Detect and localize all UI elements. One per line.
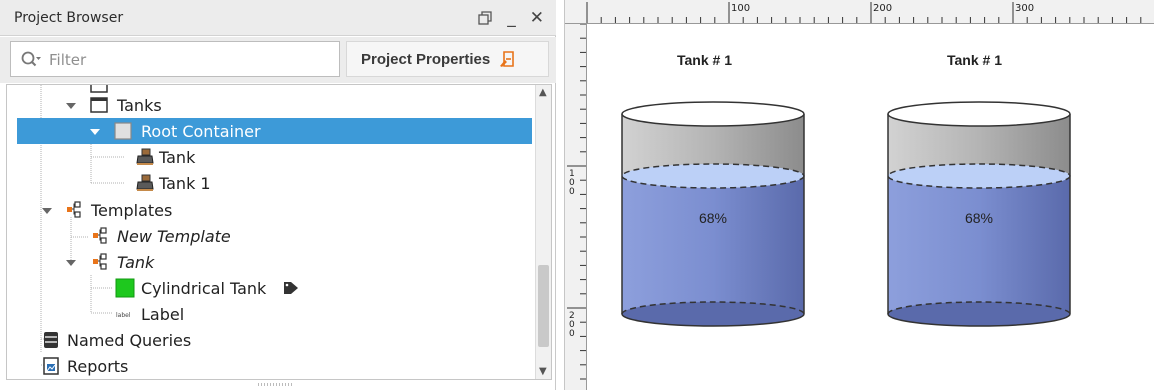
close-button[interactable]: ✕ [530, 6, 544, 30]
tank-liquid [888, 176, 1070, 314]
liquid-surface [621, 163, 805, 189]
tree-item-root-container[interactable]: Root Container [17, 118, 532, 144]
project-browser-panel: Project Browser _ ✕ Project Pr [0, 0, 556, 390]
tree-item-label: Tanks [117, 95, 162, 115]
ruler-label: 0 [569, 329, 575, 339]
design-surface[interactable]: Tank # 1 68% Tank # 1 68% [587, 24, 1154, 390]
ruler-vertical: 100200 [565, 24, 587, 390]
tree-scrollbar[interactable]: ▲ ▼ [535, 85, 551, 379]
named-queries-icon [44, 332, 58, 348]
tank-top [621, 101, 805, 127]
tree-item-label: Cylindrical Tank [141, 278, 267, 298]
filter-field[interactable] [10, 41, 340, 77]
tree-item-reports[interactable]: Reports [7, 353, 527, 379]
ruler-label: 100 [731, 3, 750, 14]
project-properties-label: Project Properties [361, 50, 491, 68]
scroll-down-icon[interactable]: ▼ [539, 366, 547, 377]
window-controls: _ ✕ [477, 6, 544, 30]
tree-item-templates[interactable]: Templates [7, 197, 527, 223]
ruler-horizontal-ticks: 100200300400 [586, 2, 1142, 23]
liquid-surface [887, 163, 1071, 189]
tree-item-tank-1-component[interactable]: Tank 1 [7, 170, 527, 196]
panel-title-bar: Project Browser _ ✕ [0, 0, 556, 36]
tank-component-icon [136, 148, 154, 165]
tree-item-label: Templates [91, 200, 173, 220]
window-icon [90, 97, 108, 113]
tree-item-label: Tank [117, 252, 155, 272]
tree-item-label: Tank 1 [159, 173, 211, 193]
tank-component-icon [136, 174, 154, 191]
project-tree: Tanks Root Container Tank Tank 1 Templat… [6, 84, 552, 380]
tree-item-tanks[interactable]: Tanks [7, 92, 527, 118]
tree-item-tank-template[interactable]: Tank [7, 249, 527, 275]
ruler-label: 300 [1015, 3, 1034, 14]
tree-item-label: Tank [159, 147, 196, 167]
tank-level-label: 68% [964, 210, 994, 226]
template-icon [93, 253, 107, 270]
ruler-horizontal: 100200300400 [565, 0, 1154, 24]
tree-item-tank-component[interactable]: Tank [7, 144, 527, 170]
label-icon: label [116, 312, 131, 319]
tree-item-label: Label [141, 304, 185, 324]
float-window-icon[interactable] [477, 10, 493, 26]
expand-arrow-icon[interactable] [65, 257, 77, 269]
tree-item-new-template[interactable]: New Template [7, 223, 527, 249]
tree-item-label: Named Queries [67, 330, 192, 350]
ruler-label: 0 [569, 187, 575, 197]
cylindrical-tank-icon [115, 278, 135, 298]
tree-item-cylindrical-tank[interactable]: Cylindrical Tank [7, 275, 527, 301]
reports-icon [43, 357, 59, 375]
tree-item-label: Root Container [141, 121, 261, 141]
svg-text:label: label [116, 312, 131, 319]
template-icon [93, 227, 107, 244]
tree-item-named-queries[interactable]: Named Queries [7, 327, 527, 353]
expand-arrow-icon[interactable] [41, 205, 53, 217]
container-icon [114, 122, 132, 140]
designer-canvas: 100200300400 100200 Tank # 1 [564, 0, 1154, 390]
tank-level-label: 68% [698, 210, 728, 226]
filter-input[interactable] [49, 48, 329, 72]
ruler-vertical-ticks: 100200 [567, 24, 586, 380]
panel-title: Project Browser [14, 10, 124, 26]
designer-window: Project Browser _ ✕ Project Pr [0, 0, 1154, 390]
minimize-button[interactable]: _ [507, 6, 516, 30]
project-properties-icon [500, 51, 515, 67]
tank-title: Tank # 1 [677, 52, 732, 68]
scroll-up-icon[interactable]: ▲ [539, 87, 547, 98]
search-icon[interactable] [20, 50, 42, 70]
expand-arrow-icon[interactable] [89, 126, 101, 138]
filter-toolbar: Project Properties [0, 37, 556, 83]
resize-grip-icon[interactable] [258, 381, 294, 387]
tree-item-label: Reports [67, 356, 129, 376]
tree-item-label-component[interactable]: label Label [7, 301, 527, 327]
tank-top [887, 101, 1071, 127]
ruler-label: 200 [873, 3, 892, 14]
templates-icon [67, 201, 81, 218]
scrollbar-thumb[interactable] [538, 265, 549, 347]
tank-liquid [622, 176, 804, 314]
tank-title: Tank # 1 [947, 52, 1002, 68]
tree-item-label: New Template [117, 226, 231, 246]
expand-arrow-icon[interactable] [65, 100, 77, 112]
tag-icon [284, 282, 298, 294]
project-properties-button[interactable]: Project Properties [346, 41, 549, 77]
